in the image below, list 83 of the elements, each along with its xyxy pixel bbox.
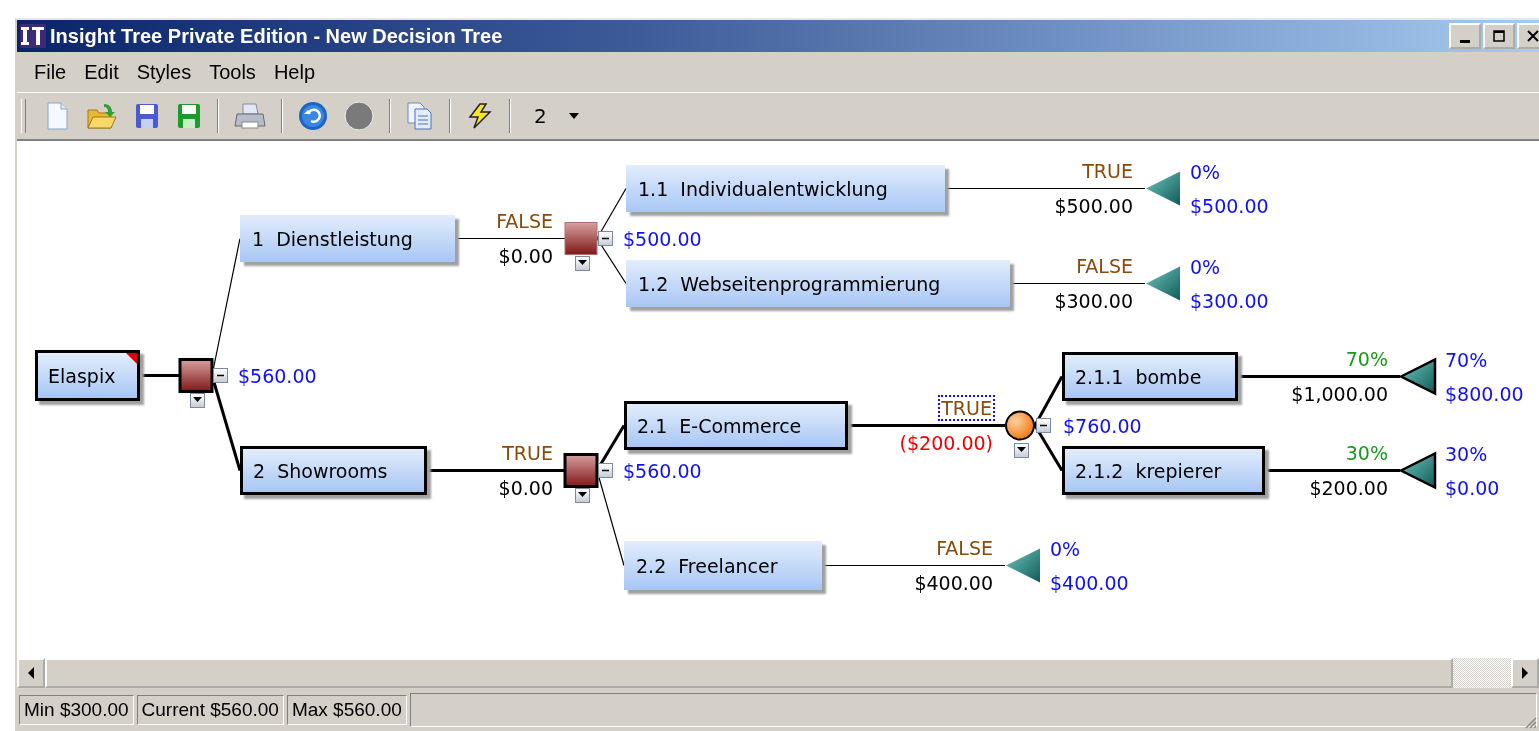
- arrow-left-icon: [27, 667, 35, 679]
- terminal-node[interactable]: [1398, 357, 1437, 396]
- decision-node[interactable]: [563, 453, 599, 488]
- menu-item[interactable]: Edit: [75, 58, 128, 86]
- status-panel: Current $560.00: [136, 694, 284, 725]
- status-panel: Max $560.00: [286, 694, 407, 725]
- minimize-icon: [1460, 39, 1470, 43]
- node-box[interactable]: 2.2 Freelancer: [624, 541, 822, 590]
- caret-icon: [1017, 447, 1026, 453]
- node-value: $760.00: [1063, 414, 1142, 437]
- scroll-left-button[interactable]: [17, 658, 45, 688]
- menu-item[interactable]: Styles: [127, 58, 201, 86]
- connector-line: [1033, 424, 1064, 472]
- node-value: $560.00: [623, 459, 702, 482]
- payoff-label: $0.00: [1445, 476, 1500, 499]
- resize-grip-icon[interactable]: [1523, 715, 1537, 729]
- node-value: $560.00: [238, 364, 317, 387]
- condition-label: FALSE: [496, 209, 553, 232]
- chance-node[interactable]: [1005, 410, 1035, 441]
- condition-label: TRUE: [502, 441, 553, 464]
- payoff-label: $300.00: [1190, 289, 1269, 312]
- cost-label: $0.00: [498, 476, 553, 499]
- terminal-node[interactable]: [1006, 548, 1040, 583]
- terminal-node[interactable]: [1146, 171, 1180, 206]
- payoff-label: $800.00: [1445, 382, 1524, 405]
- node-box[interactable]: 1.2 Webseitenprogrammierung: [626, 260, 1010, 307]
- decision-node[interactable]: [564, 222, 598, 255]
- node-dropdown-button[interactable]: [1014, 442, 1029, 458]
- menu-item[interactable]: Tools: [200, 58, 265, 86]
- cost-label: $200.00: [1309, 476, 1388, 499]
- terminal-node[interactable]: [1398, 451, 1437, 490]
- close-icon: [1526, 29, 1539, 43]
- probability-label: 30%: [1445, 442, 1488, 465]
- node-box[interactable]: 2.1.1 bombe: [1062, 352, 1238, 401]
- condition-label: TRUE: [1082, 159, 1133, 182]
- decision-node[interactable]: [178, 358, 214, 393]
- caret-icon: [193, 397, 202, 403]
- cost-label: $300.00: [1054, 289, 1133, 312]
- node-dropdown-button[interactable]: [575, 255, 590, 271]
- app-logo-icon: [20, 24, 46, 48]
- probability-label: 0%: [1190, 255, 1221, 278]
- status-panel: Min $300.00: [19, 694, 134, 725]
- branch-line: [140, 374, 180, 377]
- scroll-right-button[interactable]: [1511, 658, 1539, 688]
- cost-label: ($200.00): [899, 431, 993, 454]
- cost-label: $400.00: [914, 571, 993, 594]
- probability-label: 0%: [1190, 160, 1221, 183]
- caret-icon: [568, 113, 579, 119]
- payoff-label: $500.00: [1190, 194, 1269, 217]
- node-box[interactable]: 2.1 E-Commerce: [624, 401, 848, 450]
- node-box[interactable]: Elaspix: [35, 350, 140, 401]
- maximize-button[interactable]: [1483, 23, 1515, 49]
- maximize-icon: [1492, 29, 1506, 43]
- minimize-button[interactable]: [1449, 23, 1481, 49]
- condition-label: 70%: [1345, 347, 1388, 370]
- window-title: Insight Tree Private Edition - New Decision Tree: [50, 24, 504, 48]
- level-dropdown[interactable]: 2: [520, 104, 587, 128]
- arrow-right-icon: [1521, 667, 1529, 679]
- node-box[interactable]: 2 Showrooms: [240, 446, 427, 495]
- cost-label: $1,000.00: [1291, 382, 1388, 405]
- collapse-button[interactable]: [598, 230, 613, 246]
- caret-icon: [578, 260, 587, 266]
- terminal-node[interactable]: [1146, 266, 1180, 301]
- node-box[interactable]: 1 Dienstleistung: [240, 215, 455, 262]
- collapse-button[interactable]: [598, 462, 613, 478]
- menu-item[interactable]: Help: [264, 58, 324, 86]
- node-value: $500.00: [623, 227, 702, 250]
- condition-label: TRUE: [940, 396, 993, 419]
- node-box[interactable]: 1.1 Individualentwicklung: [626, 165, 945, 212]
- condition-label: FALSE: [936, 536, 993, 559]
- connector-line: [1033, 375, 1064, 427]
- cost-label: $500.00: [1054, 194, 1133, 217]
- menu-item[interactable]: File: [25, 58, 76, 86]
- cost-label: $0.00: [498, 244, 553, 267]
- node-box[interactable]: 2.1.2 krepierer: [1062, 446, 1265, 495]
- payoff-label: $400.00: [1050, 571, 1129, 594]
- collapse-button[interactable]: [213, 367, 228, 383]
- collapse-button[interactable]: [1036, 417, 1051, 433]
- caret-icon: [578, 492, 587, 498]
- condition-label: 30%: [1345, 441, 1388, 464]
- probability-label: 70%: [1445, 348, 1488, 371]
- probability-label: 0%: [1050, 537, 1081, 560]
- condition-label: FALSE: [1076, 254, 1133, 277]
